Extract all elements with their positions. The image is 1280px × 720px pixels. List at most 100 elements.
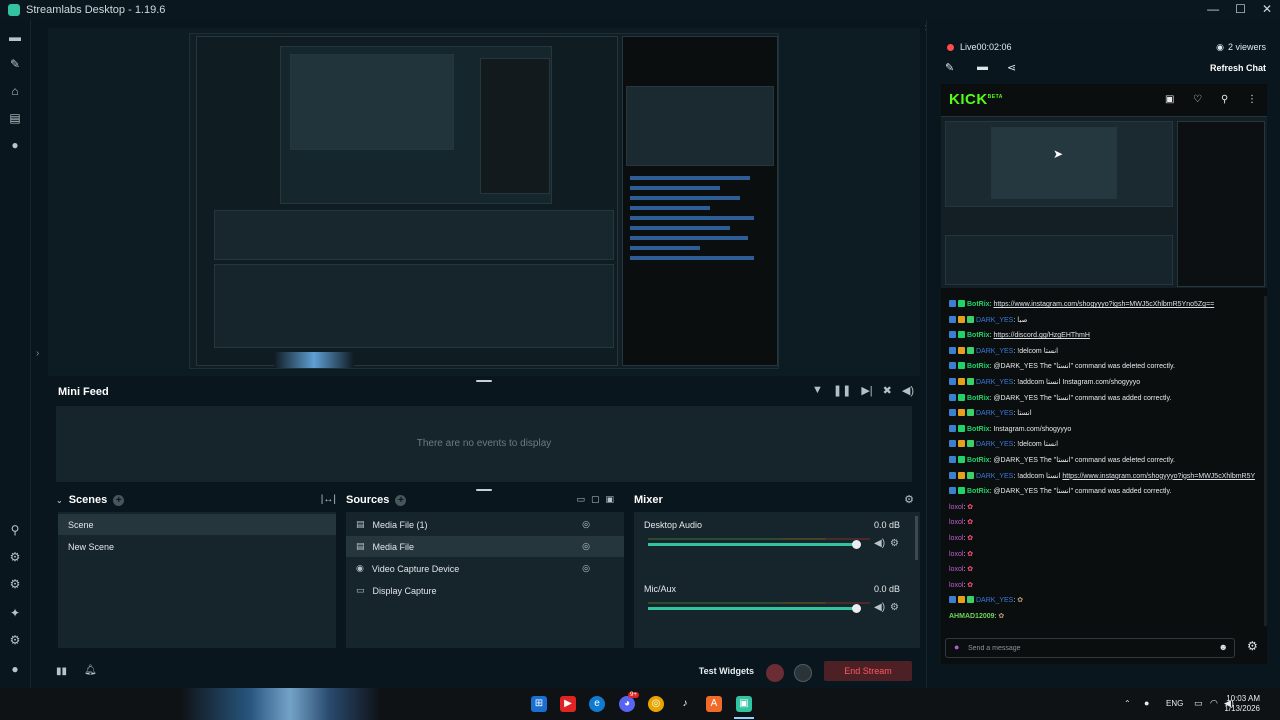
tray-language[interactable]: ENG [1166,699,1183,708]
chat-username[interactable]: DARK_YES [976,441,1013,448]
add-scene-icon[interactable]: + [113,494,125,506]
kick-stream-preview[interactable]: ➤ [941,116,1267,288]
chat-username[interactable]: BotRix [967,426,990,433]
chevron-down-icon[interactable]: ⌄ [56,496,63,505]
volume-slider-knob[interactable] [852,540,861,549]
volume-slider[interactable] [648,607,858,610]
replay-buffer-button[interactable] [794,664,812,682]
chat-username[interactable]: BotRix [967,363,990,370]
search-icon[interactable]: ⚲ [1221,94,1228,105]
mute-speaker-icon[interactable]: ◀) [874,538,885,549]
chat-username[interactable]: BotRix [967,332,990,339]
edge-icon[interactable]: e [589,696,605,712]
dashboard-icon[interactable]: ⚲ [8,523,22,537]
studio-mode-icon[interactable]: ⚙ [8,550,22,564]
tray-wifi-icon[interactable]: ◠ [1210,698,1218,709]
tray-display-icon[interactable]: ▭ [1194,698,1203,709]
sparkle-icon[interactable]: ✦ [8,606,22,620]
refresh-chat-button[interactable]: Refresh Chat [1210,63,1266,73]
stream-preview[interactable] [189,33,779,369]
chat-link[interactable]: https://www.instagram.com/shogyyyo?igsh=… [1062,473,1255,480]
chat-username[interactable]: BotRix [967,301,990,308]
chat-username[interactable]: DARK_YES [976,473,1013,480]
source-item[interactable]: ▤ Media File (1) ◎ [346,514,624,535]
chrome-icon[interactable]: ◎ [648,696,664,712]
send-message-box[interactable]: ● ☻ [945,638,1235,658]
settings-icon[interactable]: ⚙ [8,633,22,647]
chat-username[interactable]: DARK_YES [976,410,1013,417]
visibility-off-icon[interactable]: ◎ [582,519,590,530]
calendar-icon[interactable]: ▣ [1165,94,1174,105]
share-icon[interactable]: ⋖ [1007,61,1016,74]
visibility-off-icon[interactable]: ◎ [582,541,590,552]
end-stream-button[interactable]: End Stream [824,661,912,681]
chat-username[interactable]: loxol [949,551,963,558]
chat-username[interactable]: loxol [949,535,963,542]
chat-username[interactable]: DARK_YES [976,379,1013,386]
chat-username[interactable]: loxol [949,519,963,526]
mixer-scrollbar[interactable] [915,516,918,560]
chat-username[interactable]: loxol [949,504,963,511]
volume-slider-knob[interactable] [852,604,861,613]
chat-username[interactable]: BotRix [967,488,990,495]
chat-link[interactable]: https://discord.gg/HzgEHThmH [993,332,1089,339]
source-item[interactable]: ▤ Media File ◎ [346,536,624,557]
minimize-button[interactable]: — [1207,2,1219,16]
mute-speaker-icon[interactable]: ◀) [874,602,885,613]
heart-icon[interactable]: ♡ [1193,94,1202,105]
source-item[interactable]: ▭ Display Capture [346,580,624,601]
layout-icon[interactable]: ⚙ [8,577,22,591]
close-button[interactable]: ✕ [1262,2,1272,16]
maximize-button[interactable]: ☐ [1235,2,1246,16]
more-vertical-icon[interactable]: ⋮ [1247,94,1257,105]
edit-pencil-icon[interactable]: ✎ [945,61,954,74]
editor-icon[interactable]: ▬ [8,30,22,44]
discord-icon[interactable]: ◕ [619,696,635,712]
profile-icon[interactable]: ● [8,662,22,676]
source-item[interactable]: ◉ Video Capture Device ◎ [346,558,624,579]
chat-link[interactable]: https://www.instagram.com/shogyyyo?igsh=… [993,301,1214,308]
chat-username[interactable]: loxol [949,582,963,589]
streamlabs-taskbar-icon[interactable]: ▣ [736,696,752,712]
visibility-off-icon[interactable]: ◎ [582,563,590,574]
chat-scrollbar[interactable] [1264,296,1267,626]
tray-mic-icon[interactable]: ● [1144,698,1149,708]
chat-username[interactable]: DARK_YES [976,597,1013,604]
mixer-settings-gear-icon[interactable]: ⚙ [904,493,914,506]
youtube-icon[interactable]: ▶ [560,696,576,712]
chat-username[interactable]: DARK_YES [976,348,1013,355]
scene-item[interactable]: Scene [58,514,336,535]
folder-icon[interactable]: ▬ [977,61,988,73]
send-message-input[interactable] [968,642,1208,654]
chat-username[interactable]: AHMAD12009 [949,613,995,620]
scene-transitions-icon[interactable]: |↔| [321,494,336,505]
microphone-icon[interactable]: ● [954,642,959,652]
chat-username[interactable]: loxol [949,566,963,573]
test-widgets-label[interactable]: Test Widgets [699,666,754,676]
chat-username[interactable]: DARK_YES [976,317,1013,324]
chat-username[interactable]: BotRix [967,395,990,402]
chat-username[interactable]: BotRix [967,457,990,464]
highlighter-icon[interactable]: ▤ [8,111,22,125]
chat-settings-gear-icon[interactable]: ⚙ [1247,639,1258,653]
record-button[interactable] [766,664,784,682]
windows-start-icon[interactable]: ⊞ [531,696,547,712]
skip-icon[interactable]: ▶| [861,384,872,397]
taskbar-clock[interactable]: 10:03 AM 1/13/2026 [1224,694,1260,714]
channel-gear-icon[interactable]: ⚙ [890,538,899,549]
volume-slider[interactable] [648,543,858,546]
store-icon[interactable]: ⌂ [8,84,22,98]
emoji-icon[interactable]: ☻ [1219,642,1228,652]
scene-item[interactable]: New Scene [58,536,336,557]
source-tools-icon[interactable]: ▭▢▣ [576,494,620,505]
notifications-bell-icon[interactable]: 🔔︎ [84,665,97,676]
volume-icon[interactable]: ◀) [902,384,914,397]
collapse-left-arrow-icon[interactable]: › [36,348,39,359]
add-source-icon[interactable]: + [395,494,407,506]
play-icon[interactable]: ● [8,138,22,152]
tiktok-icon[interactable]: ♪ [677,696,693,712]
channel-gear-icon[interactable]: ⚙ [890,602,899,613]
filter-icon[interactable]: ▼ [812,384,823,397]
tray-chevron-icon[interactable]: ⌃ [1124,699,1131,708]
performance-chart-icon[interactable]: ▮▮ [56,666,67,677]
